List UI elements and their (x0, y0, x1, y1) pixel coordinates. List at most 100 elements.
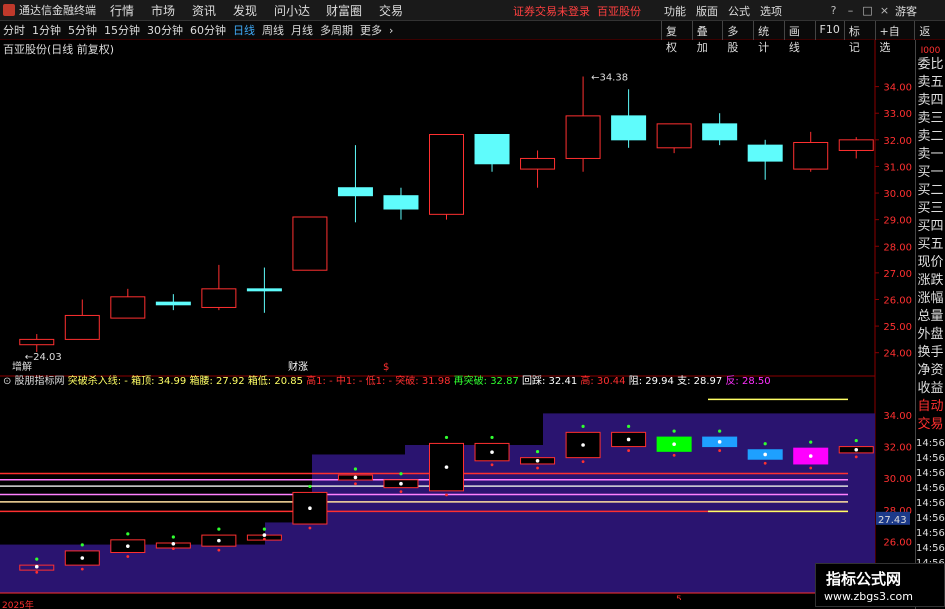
signal-dot (262, 527, 266, 531)
tool-back[interactable]: 返回 (914, 21, 945, 54)
login-notice[interactable]: 证券交易未登录 百亚股份 (513, 3, 641, 19)
panel-field: 买一 (917, 165, 944, 180)
minimize-icon[interactable]: – (843, 4, 858, 17)
candle-body (520, 157, 556, 170)
ind-y-tick-label: 32.00 (883, 443, 912, 454)
trade-time: 14:56 (916, 453, 945, 464)
period-1min[interactable]: 1分钟 (29, 22, 64, 38)
panel-field: 卖一 (917, 147, 944, 162)
tool-function[interactable]: 功能 (664, 3, 686, 19)
signal-dot (35, 557, 39, 561)
tool-mark[interactable]: 标记 (843, 21, 875, 54)
tool-f10[interactable]: F10 (814, 21, 844, 40)
panel-field[interactable]: 交易 (916, 416, 945, 434)
indicator-param: 支: 28.97 (677, 375, 725, 387)
signal-dot (399, 490, 403, 494)
tool-adjust[interactable]: 复权 (661, 21, 692, 54)
period-multi[interactable]: 多周期 (317, 22, 356, 38)
month-label: 5 (676, 595, 682, 600)
candle-body (246, 288, 282, 292)
period-intraday[interactable]: 分时 (0, 22, 28, 38)
candle-body (656, 123, 692, 149)
tool-multistock[interactable]: 多股 (722, 21, 753, 54)
signal-dot (672, 442, 676, 447)
event-label: 增解 (12, 360, 32, 373)
panel-field[interactable]: 自动 (916, 398, 945, 416)
tool-add-watchlist[interactable]: +自选 (874, 21, 915, 54)
candle-body (838, 139, 874, 151)
tool-options[interactable]: 选项 (760, 3, 782, 19)
signal-dot (399, 472, 403, 476)
indicator-name[interactable]: ⊙ 股朋指标网 (3, 374, 68, 387)
menu-ask[interactable]: 问小达 (274, 2, 326, 19)
signal-dot (626, 437, 631, 442)
bottom-strip (0, 593, 875, 600)
event-label: 财涨 (288, 360, 308, 373)
signal-dot (35, 570, 39, 574)
signal-dot (490, 450, 494, 454)
signal-dot (535, 450, 540, 454)
signal-dot (444, 465, 449, 469)
y-tick-label: 33.00 (883, 109, 912, 120)
kline-chart[interactable]: 百亚股份(日线 前复权) ←34.38←24.03增解 财涨 $ 34.0033.0… (0, 40, 915, 600)
panel-field: 换手 (917, 345, 944, 360)
period-daily[interactable]: 日线 (230, 22, 258, 38)
tool-draw[interactable]: 画线 (783, 21, 815, 54)
panel-field: 卖三 (917, 111, 944, 126)
signal-dot (353, 475, 358, 480)
signal-dot (171, 535, 175, 539)
panel-header: I000 (920, 46, 941, 56)
menu-market[interactable]: 市场 (151, 2, 192, 19)
period-monthly[interactable]: 月线 (288, 22, 316, 38)
quote-panel: I000 委比 卖五 卖四 卖三 卖二 卖一 买一 买二 买三 买四 买五 现价 涨跌 涨幅 总量 外盘 换手净… (915, 40, 945, 609)
chevron-right-icon[interactable]: › (386, 24, 396, 37)
panel-field: 外盘 (917, 327, 944, 342)
candle-body (474, 134, 510, 165)
high-label: ←34.38 (591, 72, 628, 83)
signal-dot (581, 443, 585, 447)
maximize-icon[interactable]: □ (860, 4, 875, 17)
candle-body (110, 296, 146, 319)
signal-dot (308, 526, 312, 530)
app-title: 通达信金融终端 (19, 4, 96, 17)
signal-dot (581, 460, 585, 464)
candle-body (747, 144, 783, 162)
candle-body (565, 115, 601, 159)
signal-dot (717, 440, 722, 444)
period-30min[interactable]: 30分钟 (144, 22, 186, 38)
menu-discover[interactable]: 发现 (233, 2, 274, 19)
period-60min[interactable]: 60分钟 (187, 22, 229, 38)
stock-tag: 百亚股份 (597, 5, 641, 18)
trade-time: 14:56 (916, 483, 945, 494)
signal-dot (171, 547, 175, 550)
y-tick-label: 24.00 (883, 349, 912, 360)
indicator-param: 再突破: 32.87 (454, 374, 522, 387)
guest-label[interactable]: 游客 (895, 3, 917, 19)
panel-field: 买三 (917, 201, 944, 216)
panel-field: 卖二 (917, 129, 944, 144)
chart-tools: 复权 叠加 多股 统计 画线 F10 标记 +自选 返回 (661, 21, 945, 54)
period-more[interactable]: 更多 (357, 22, 385, 38)
candle-body (292, 216, 328, 271)
tool-layout[interactable]: 版面 (696, 3, 718, 19)
period-5min[interactable]: 5分钟 (65, 22, 100, 38)
signal-dot (354, 482, 357, 486)
menu-news[interactable]: 资讯 (192, 2, 233, 19)
trade-time: 14:56 (916, 498, 945, 509)
menu-trade[interactable]: 交易 (379, 2, 420, 19)
period-weekly[interactable]: 周线 (259, 22, 287, 38)
tool-formula[interactable]: 公式 (728, 3, 750, 19)
menu-wealth[interactable]: 财富圈 (326, 2, 379, 19)
menu-quotes[interactable]: 行情 (110, 2, 151, 19)
app-logo: 通达信金融终端 (0, 0, 110, 21)
panel-field: 涨跌 (917, 273, 944, 288)
close-icon[interactable]: × (877, 4, 892, 17)
period-15min[interactable]: 15分钟 (101, 22, 143, 38)
signal-dot (808, 454, 813, 458)
candle-body (201, 288, 237, 308)
help-icon[interactable]: ? (826, 4, 841, 17)
indicator-param: 高1: - (306, 374, 336, 387)
tool-stats[interactable]: 统计 (753, 21, 784, 54)
signal-dot (171, 541, 176, 546)
tool-overlay[interactable]: 叠加 (691, 21, 723, 54)
